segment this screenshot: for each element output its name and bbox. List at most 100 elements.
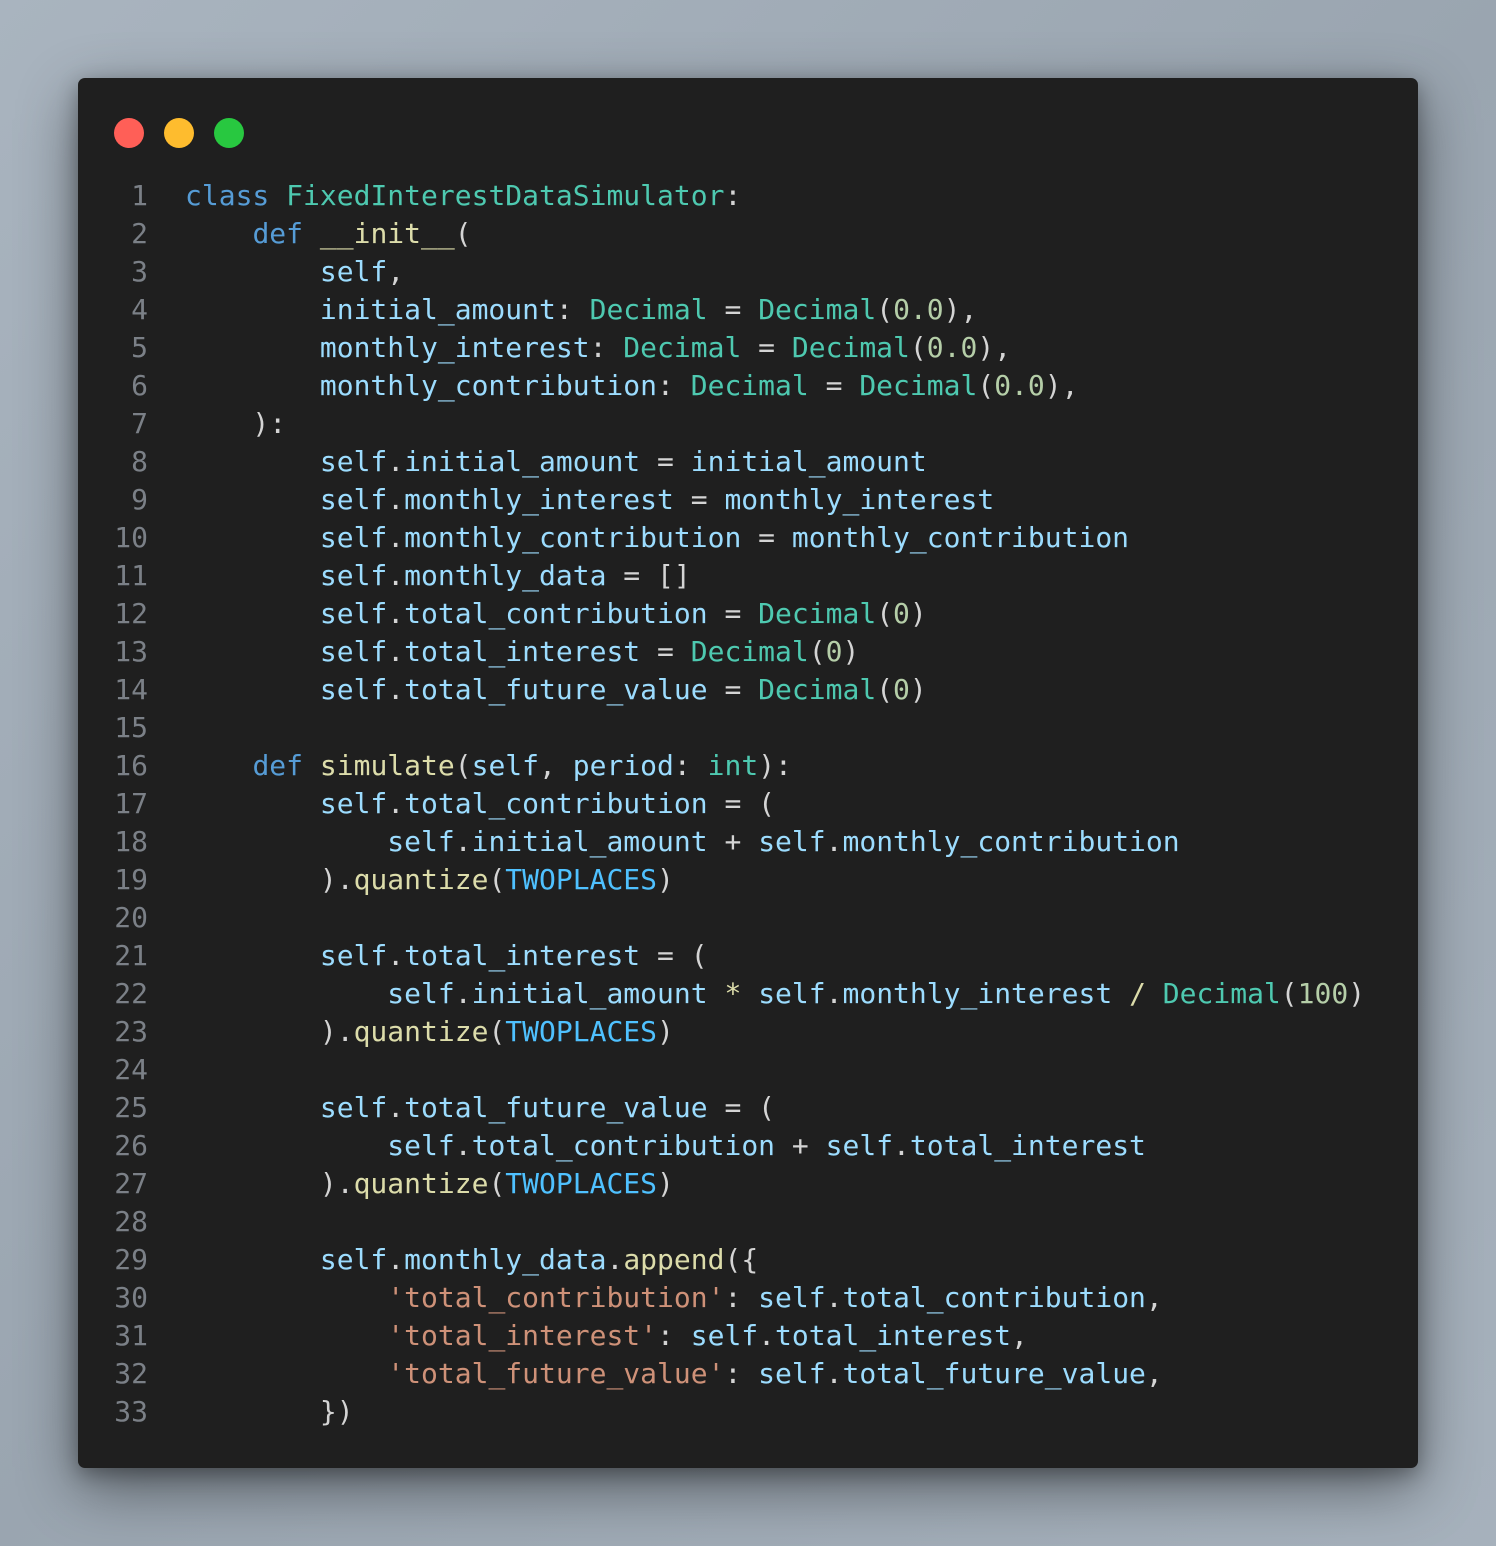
code-token: self (319, 787, 388, 820)
line-source: monthly_contribution: Decimal = Decimal(… (185, 367, 1079, 405)
code-token: Decimal (1162, 977, 1281, 1010)
code-line: 5 monthly_interest: Decimal = Decimal(0.… (78, 329, 1418, 367)
line-number: 33 (114, 1395, 148, 1428)
code-token: , (387, 255, 405, 288)
code-token: ) (657, 1167, 674, 1200)
code-line: 11 self.monthly_data = [] (78, 557, 1418, 595)
code-token: = (673, 483, 725, 516)
code-token: quantize (353, 863, 489, 896)
minimize-window-button[interactable] (164, 118, 194, 148)
line-source: ): (185, 405, 286, 443)
code-token: ) (842, 635, 860, 668)
code-token: self (690, 1319, 759, 1352)
code-line: 14 self.total_future_value = Decimal(0) (78, 671, 1418, 709)
code-token: : (724, 1281, 759, 1314)
line-number: 12 (114, 597, 148, 630)
code-line: 31 'total_interest': self.total_interest… (78, 1317, 1418, 1355)
code-token: monthly_interest (724, 483, 995, 516)
code-token: self (319, 1243, 388, 1276)
line-source: self.initial_amount = initial_amount (185, 443, 927, 481)
code-token: . (387, 939, 405, 972)
code-token: . (387, 521, 405, 554)
code-token: . (387, 445, 405, 478)
line-number: 21 (114, 939, 148, 972)
code-token: . (606, 1243, 624, 1276)
close-window-button[interactable] (114, 118, 144, 148)
code-token: ), (943, 293, 978, 326)
code-token: monthly_contribution (319, 369, 658, 402)
line-source: self.total_interest = ( (185, 937, 708, 975)
code-token: ( (1280, 977, 1298, 1010)
code-token: 100 (1297, 977, 1349, 1010)
code-token: ( (488, 863, 506, 896)
code-line: 27 ).quantize(TWOPLACES) (78, 1165, 1418, 1203)
code-token: : (657, 369, 691, 402)
code-line: 1 class FixedInterestDataSimulator: (78, 177, 1418, 215)
code-token: ( (876, 293, 894, 326)
code-line: 15 (78, 709, 1418, 747)
code-token: . (387, 559, 405, 592)
code-token: self (319, 521, 388, 554)
code-window: 1 class FixedInterestDataSimulator: 2 def … (78, 78, 1418, 1468)
line-number: 13 (114, 635, 148, 668)
maximize-window-button[interactable] (214, 118, 244, 148)
code-token: self (471, 749, 540, 782)
code-token: self (387, 825, 455, 858)
code-token: Decimal (791, 331, 910, 364)
code-line: 25 self.total_future_value = ( (78, 1089, 1418, 1127)
code-token: total_interest (775, 1319, 1012, 1352)
code-token: self (758, 1281, 826, 1314)
line-source: 'total_interest': self.total_interest, (185, 1317, 1028, 1355)
line-source: self.monthly_data = [] (185, 557, 691, 595)
code-token: ) (1348, 977, 1366, 1010)
code-token: monthly_contribution (842, 825, 1180, 858)
code-token: = (640, 445, 691, 478)
code-token: total_interest (909, 1129, 1146, 1162)
code-token: total_interest (404, 635, 641, 668)
line-source: self.monthly_interest = monthly_interest (185, 481, 994, 519)
code-line: 29 self.monthly_data.append({ (78, 1241, 1418, 1279)
code-token: = ( (707, 787, 776, 820)
code-token: . (454, 825, 472, 858)
code-token: Decimal (623, 331, 742, 364)
line-number: 23 (114, 1015, 148, 1048)
code-token: initial_amount (319, 293, 556, 326)
code-token: monthly_contribution (791, 521, 1130, 554)
code-token: : (589, 331, 624, 364)
code-line: 13 self.total_interest = Decimal(0) (78, 633, 1418, 671)
line-number: 32 (114, 1357, 148, 1390)
code-token: ( (876, 597, 894, 630)
line-number: 29 (114, 1243, 148, 1276)
line-source: self.total_future_value = Decimal(0) (185, 671, 927, 709)
line-source: initial_amount: Decimal = Decimal(0.0), (185, 291, 978, 329)
code-token: total_future_value (404, 673, 708, 706)
line-source: self.total_contribution = Decimal(0) (185, 595, 927, 633)
code-token: self (387, 977, 455, 1010)
code-token: total_contribution (404, 597, 708, 630)
code-token: ), (1044, 369, 1079, 402)
code-token: ) (909, 673, 927, 706)
code-token: self (319, 255, 388, 288)
code-token: total_contribution (471, 1129, 776, 1162)
code-token: = (640, 635, 691, 668)
code-token: + (775, 1129, 826, 1162)
code-token: total_future_value (404, 1091, 708, 1124)
code-token: 0.0 (994, 369, 1045, 402)
code-token: . (387, 483, 405, 516)
line-source: self.total_contribution = ( (185, 785, 775, 823)
code-token: , (539, 749, 573, 782)
code-token: ). (185, 1015, 354, 1048)
line-number: 17 (114, 787, 148, 820)
code-token: ( (454, 749, 472, 782)
code-token: ( (909, 331, 927, 364)
code-line: 10 self.monthly_contribution = monthly_c… (78, 519, 1418, 557)
code-token: . (825, 977, 843, 1010)
code-token: : (657, 1319, 691, 1352)
